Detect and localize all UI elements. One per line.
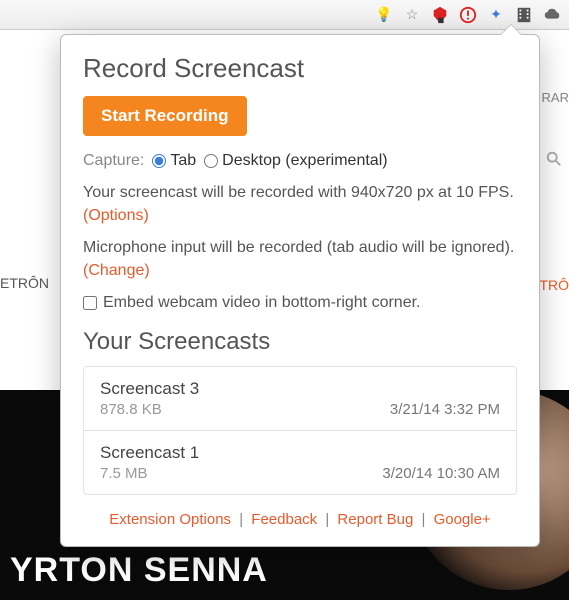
cloud-icon[interactable] [543,6,561,24]
mic-info: Microphone input will be recorded (tab a… [83,237,517,282]
star-icon[interactable]: ☆ [403,6,421,24]
change-link[interactable]: (Change) [83,262,150,279]
bg-text-orange: TRÔ [539,277,569,293]
list-item[interactable]: Screencast 1 7.5 MB 3/20/14 10:30 AM [84,431,516,494]
list-item[interactable]: Screencast 3 878.8 KB 3/21/14 3:32 PM [84,367,516,431]
shield-icon[interactable] [431,6,449,24]
screencast-popup: Record Screencast Start Recording Captur… [60,34,540,547]
extension-options-link[interactable]: Extension Options [109,511,231,528]
report-bug-link[interactable]: Report Bug [337,511,413,528]
feedback-link[interactable]: Feedback [251,511,317,528]
capture-radio-desktop[interactable] [204,154,218,168]
bg-hero-title: YRTON SENNA [10,551,268,590]
browser-toolbar: 💡 ☆ ✦ [0,0,569,30]
film-icon[interactable] [515,6,533,24]
embed-webcam-row: Embed webcam video in bottom-right corne… [83,292,517,314]
resolution-info: Your screencast will be recorded with 94… [83,182,517,227]
alert-icon[interactable] [459,6,477,24]
capture-label: Capture: [83,150,144,172]
star2-icon[interactable]: ✦ [487,6,505,24]
bg-text-rar: RAR [542,90,569,105]
bg-text-left: ETRÔN [0,275,49,291]
options-link[interactable]: (Options) [83,207,149,224]
item-date: 3/20/14 10:30 AM [382,465,500,482]
embed-webcam-checkbox[interactable] [83,296,97,310]
bulb-icon[interactable]: 💡 [375,6,393,24]
item-date: 3/21/14 3:32 PM [390,401,500,418]
popup-title: Record Screencast [83,53,517,84]
item-title: Screencast 1 [100,443,199,463]
item-size: 878.8 KB [100,401,199,418]
item-title: Screencast 3 [100,379,199,399]
popup-footer: Extension Options | Feedback | Report Bu… [83,511,517,528]
embed-webcam-label[interactable]: Embed webcam video in bottom-right corne… [83,292,517,314]
list-title: Your Screencasts [83,328,517,356]
search-icon[interactable] [545,150,563,173]
capture-option-tab[interactable]: Tab [152,150,196,172]
capture-radio-tab[interactable] [152,154,166,168]
capture-option-desktop[interactable]: Desktop (experimental) [204,150,387,172]
capture-mode-row: Capture: Tab Desktop (experimental) [83,150,517,172]
start-recording-button[interactable]: Start Recording [83,96,247,136]
googleplus-link[interactable]: Google+ [434,511,491,528]
screencast-list: Screencast 3 878.8 KB 3/21/14 3:32 PM Sc… [83,366,517,495]
item-size: 7.5 MB [100,465,199,482]
